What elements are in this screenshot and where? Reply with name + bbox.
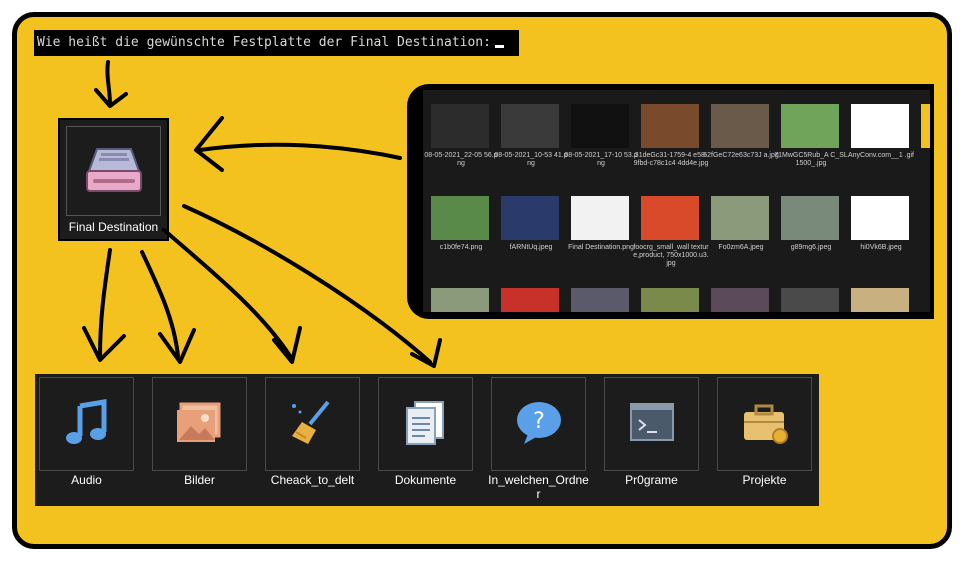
file-thumbnail <box>431 196 489 240</box>
folder-audio[interactable] <box>39 377 134 471</box>
drive-icon-frame <box>66 126 161 216</box>
file-name: 08-05-2021_17-10 53.png <box>564 152 638 167</box>
file-thumbnail <box>711 104 769 148</box>
file-name: icons8- te <box>913 244 930 252</box>
broom-icon <box>292 400 330 444</box>
file-name: AnyConv.com__1 .gif <box>847 152 914 159</box>
folder-in-welchen-ordner[interactable]: ? <box>491 377 586 471</box>
file-thumbnail <box>501 104 559 148</box>
file-thumbnail <box>431 104 489 148</box>
folder-label: Audio <box>71 473 102 487</box>
file-name: 08-05-2021_10-53 41.png <box>494 152 568 167</box>
music-note-icon <box>66 399 107 444</box>
file-name: Final Destination.png <box>568 244 634 251</box>
folder-label: Cheack_to_delt <box>270 473 355 487</box>
file-thumbnail <box>571 288 629 312</box>
file-thumbnail <box>711 196 769 240</box>
file-thumbnail <box>781 104 839 148</box>
file-grid: 08-05-2021_22-05 56.png 08-05-2021_10-53 … <box>423 90 930 312</box>
documents-icon <box>406 401 444 445</box>
file-thumbnail <box>921 288 930 312</box>
file-thumbnail <box>921 104 930 148</box>
file-thumbnail <box>781 288 839 312</box>
final-destination-drive[interactable]: Final Destination <box>58 118 169 241</box>
file-thumbnail <box>851 288 909 312</box>
folder-label: Bilder <box>184 473 215 487</box>
file-thumbnail <box>431 288 489 312</box>
svg-text:?: ? <box>533 409 545 434</box>
folder-label: In_welchen_Ordner <box>488 473 589 501</box>
folder-dokumente[interactable] <box>378 377 473 471</box>
file-thumbnail <box>921 196 930 240</box>
file-thumbnail <box>641 288 699 312</box>
file-explorer-panel: 08-05-2021_22-05 56.png 08-05-2021_10-53 … <box>407 84 934 319</box>
file-thumbnail <box>501 288 559 312</box>
drive-label: Final Destination <box>68 220 159 234</box>
file-thumbnail <box>851 104 909 148</box>
file-thumbnail <box>571 196 629 240</box>
file-name: 31deGc31-1759-4 e58-9fbd-c78c1c4 4dd4e.j… <box>633 152 709 167</box>
terminal-icon <box>630 403 674 441</box>
file-thumbnail <box>501 196 559 240</box>
file-thumbnail <box>711 288 769 312</box>
folder-bar: Audio Bilder Cheack_to_delt Dokumente? In_we… <box>35 374 819 506</box>
file-thumbnail <box>781 196 839 240</box>
folder-bilder[interactable] <box>152 377 247 471</box>
file-name: c1b0fe74.png <box>439 244 483 251</box>
file-name: BAN <box>913 152 930 160</box>
folder-cheack-to-delt[interactable] <box>265 377 360 471</box>
file-name: g89mg6.jpeg <box>790 244 832 251</box>
file-name: fARNtUq.jpeg <box>509 244 553 251</box>
file-name: foocrg_small_wall texture,product, 750x1… <box>633 244 709 267</box>
file-name: 08-05-2021_22-05 56.png <box>424 152 498 167</box>
console-prompt[interactable]: Wie heißt die gewünschte Festplatte der … <box>34 30 519 56</box>
folder-label: Projekte <box>742 473 787 487</box>
file-name: Fo0zm6A.jpeg <box>718 244 764 251</box>
file-thumbnail <box>641 196 699 240</box>
file-name: 71MwGC5Rub_A C_SL1500_.jpg <box>774 152 848 167</box>
file-thumbnail <box>851 196 909 240</box>
file-name: hi0Vk6B.jpeg <box>860 244 902 251</box>
file-name: 62fGeC72e63c73J a.jpg <box>703 152 779 159</box>
briefcase-gear-icon <box>744 404 788 444</box>
drive-tray-icon <box>86 148 142 192</box>
picture-icon <box>177 402 221 442</box>
file-thumbnail <box>571 104 629 148</box>
folder-label: Dokumente <box>394 473 457 487</box>
question-bubble-icon: ? <box>517 402 561 444</box>
folder-projekte[interactable] <box>717 377 812 471</box>
prompt-text: Wie heißt die gewünschte Festplatte der … <box>37 35 491 50</box>
text-cursor <box>494 45 504 48</box>
file-thumbnail <box>641 104 699 148</box>
folder-pr0grame[interactable] <box>604 377 699 471</box>
folder-label: Pr0grame <box>625 473 678 487</box>
